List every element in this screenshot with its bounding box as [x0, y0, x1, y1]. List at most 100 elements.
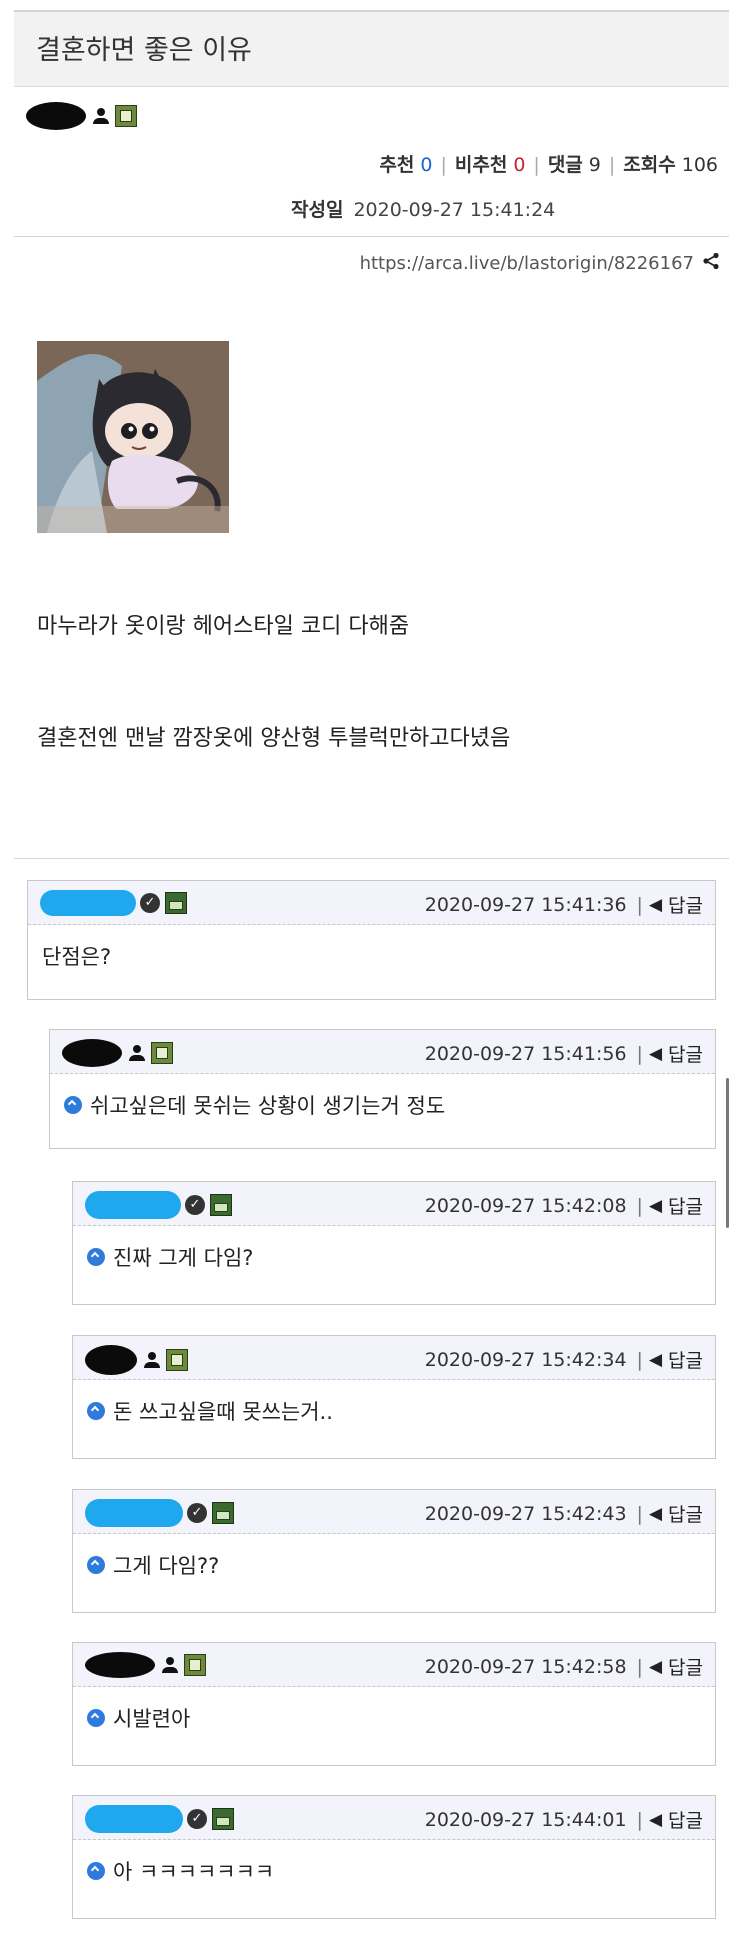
post-url[interactable]: https://arca.live/b/lastorigin/8226167	[360, 253, 694, 274]
post-body-line: 마누라가 옷이랑 헤어스타일 코디 다해줌	[37, 614, 410, 639]
post-author[interactable]	[26, 102, 137, 130]
level-badge-icon	[165, 892, 187, 914]
comment-text-value: 그게 다임??	[113, 1554, 220, 1578]
separator: |	[636, 1042, 643, 1065]
reply-dot-icon	[87, 1402, 105, 1420]
reply-button[interactable]: ◀ 답글	[649, 1192, 703, 1219]
separator: |	[636, 1808, 643, 1831]
person-icon	[92, 106, 110, 126]
separator: |	[636, 1348, 643, 1371]
reply-button[interactable]: ◀ 답글	[649, 1653, 703, 1680]
comment: 2020-09-27 15:41:56 | ◀ 답글 쉬고싶은데 못쉬는 상황이 …	[49, 1029, 716, 1149]
comment: ✓ 2020-09-27 15:44:01 | ◀ 답글 아 ㅋㅋㅋㅋㅋㅋㅋ	[72, 1795, 716, 1919]
comment-meta: 2020-09-27 15:42:08 | ◀ 답글	[425, 1192, 703, 1219]
comment-text-value: 돈 쓰고싶을때 못쓰는거..	[113, 1400, 333, 1424]
comment: 2020-09-27 15:42:34 | ◀ 답글 돈 쓰고싶을때 못쓰는거..	[72, 1335, 716, 1459]
reply-label: 답글	[668, 1044, 703, 1066]
comment-author[interactable]	[85, 1652, 206, 1678]
level-badge-icon	[184, 1654, 206, 1676]
comment-header: ✓ 2020-09-27 15:41:36 | ◀ 답글	[28, 881, 715, 925]
check-circle-icon: ✓	[187, 1503, 207, 1523]
comment-header: 2020-09-27 15:42:58 | ◀ 답글	[73, 1643, 715, 1687]
reply-button[interactable]: ◀ 답글	[649, 1806, 703, 1833]
reply-arrow-icon: ◀	[648, 1809, 663, 1830]
scrollbar[interactable]	[726, 1078, 729, 1228]
comment-timestamp: 2020-09-27 15:44:01	[424, 1808, 627, 1831]
comment-text-value: 쉬고싶은데 못쉬는 상황이 생기는거 정도	[90, 1094, 446, 1118]
check-circle-icon: ✓	[185, 1195, 205, 1215]
comment-timestamp: 2020-09-27 15:42:34	[424, 1348, 627, 1371]
reply-dot-icon	[87, 1709, 105, 1727]
downvote-label: 비추천	[454, 154, 508, 176]
comment-author[interactable]	[85, 1345, 188, 1375]
reply-label: 답글	[668, 1657, 703, 1679]
post-image[interactable]	[37, 341, 229, 533]
comment-text: 쉬고싶은데 못쉬는 상황이 생기는거 정도	[64, 1090, 445, 1120]
reply-arrow-icon: ◀	[648, 1503, 663, 1524]
comment-author[interactable]: ✓	[40, 890, 187, 916]
comment: ✓ 2020-09-27 15:41:36 | ◀ 답글 단점은?	[27, 880, 716, 1000]
comment-meta: 2020-09-27 15:42:43 | ◀ 답글	[425, 1500, 703, 1527]
separator: |	[636, 1502, 643, 1525]
post-end-divider	[14, 858, 729, 859]
downvote-count: 0	[513, 154, 526, 176]
redacted-username	[85, 1652, 155, 1678]
reply-button[interactable]: ◀ 답글	[649, 1346, 703, 1373]
comment-text: 돈 쓰고싶을때 못쓰는거..	[87, 1396, 333, 1426]
views-count: 106	[681, 154, 718, 176]
reply-label: 답글	[668, 1350, 703, 1372]
post-date: 작성일 2020-09-27 15:41:24	[291, 195, 555, 222]
comment-timestamp: 2020-09-27 15:41:56	[424, 1042, 627, 1065]
comment: ✓ 2020-09-27 15:42:43 | ◀ 답글 그게 다임??	[72, 1489, 716, 1613]
comment-text: 진짜 그게 다임?	[87, 1242, 253, 1272]
comment-header: ✓ 2020-09-27 15:44:01 | ◀ 답글	[73, 1796, 715, 1840]
comment-timestamp: 2020-09-27 15:42:08	[424, 1194, 627, 1217]
reply-arrow-icon: ◀	[648, 1043, 663, 1064]
comment-timestamp: 2020-09-27 15:42:58	[424, 1655, 627, 1678]
reply-arrow-icon: ◀	[648, 894, 663, 915]
reply-dot-icon	[87, 1862, 105, 1880]
comment-author[interactable]: ✓	[85, 1191, 232, 1219]
person-icon	[128, 1043, 146, 1063]
comment-text-value: 아 ㅋㅋㅋㅋㅋㅋㅋ	[113, 1860, 275, 1884]
views-label: 조회수	[623, 154, 676, 176]
reply-label: 답글	[668, 1196, 703, 1218]
comment-timestamp: 2020-09-27 15:41:36	[424, 893, 627, 916]
separator: |	[533, 154, 540, 176]
level-badge-icon	[212, 1808, 234, 1830]
comment-header: 2020-09-27 15:42:34 | ◀ 답글	[73, 1336, 715, 1380]
comment-meta: 2020-09-27 15:41:56 | ◀ 답글	[425, 1040, 703, 1067]
comment-author[interactable]: ✓	[85, 1805, 234, 1833]
comment-author[interactable]	[62, 1039, 173, 1067]
date-label: 작성일	[291, 199, 344, 221]
level-badge-icon	[166, 1349, 188, 1371]
reply-dot-icon	[64, 1096, 82, 1114]
post-body-line: 결혼전엔 맨날 깜장옷에 양산형 투블럭만하고다녔음	[37, 726, 511, 751]
reply-dot-icon	[87, 1556, 105, 1574]
page: 결혼하면 좋은 이유 추천 0 | 비추천 0 | 댓글 9 | 조회수 106 작성일 2020-0…	[0, 0, 740, 1945]
date-value: 2020-09-27 15:41:24	[353, 199, 556, 221]
comment-meta: 2020-09-27 15:42:58 | ◀ 답글	[425, 1653, 703, 1680]
redacted-username	[62, 1039, 122, 1067]
comment: ✓ 2020-09-27 15:42:08 | ◀ 답글 진짜 그게 다임?	[72, 1181, 716, 1305]
post-stats: 추천 0 | 비추천 0 | 댓글 9 | 조회수 106	[379, 150, 718, 177]
separator: |	[636, 1655, 643, 1678]
reply-button[interactable]: ◀ 답글	[649, 1040, 703, 1067]
separator: |	[608, 154, 616, 176]
reply-button[interactable]: ◀ 답글	[649, 1500, 703, 1527]
comment-author[interactable]: ✓	[85, 1499, 234, 1527]
comment-text: 아 ㅋㅋㅋㅋㅋㅋㅋ	[87, 1856, 274, 1886]
comment-header: ✓ 2020-09-27 15:42:43 | ◀ 답글	[73, 1490, 715, 1534]
reply-button[interactable]: ◀ 답글	[649, 891, 703, 918]
post-url-row: https://arca.live/b/lastorigin/8226167	[360, 251, 720, 275]
comment-meta: 2020-09-27 15:44:01 | ◀ 답글	[425, 1806, 703, 1833]
share-icon[interactable]	[702, 251, 720, 275]
recommend-count: 0	[420, 154, 433, 176]
comment-text-value: 시발련아	[113, 1707, 191, 1731]
title-bar: 결혼하면 좋은 이유	[14, 12, 729, 87]
level-badge-icon	[212, 1502, 234, 1524]
person-icon	[161, 1655, 179, 1675]
comment-text: 그게 다임??	[87, 1550, 219, 1580]
check-circle-icon: ✓	[187, 1809, 207, 1829]
comment-timestamp: 2020-09-27 15:42:43	[424, 1502, 627, 1525]
